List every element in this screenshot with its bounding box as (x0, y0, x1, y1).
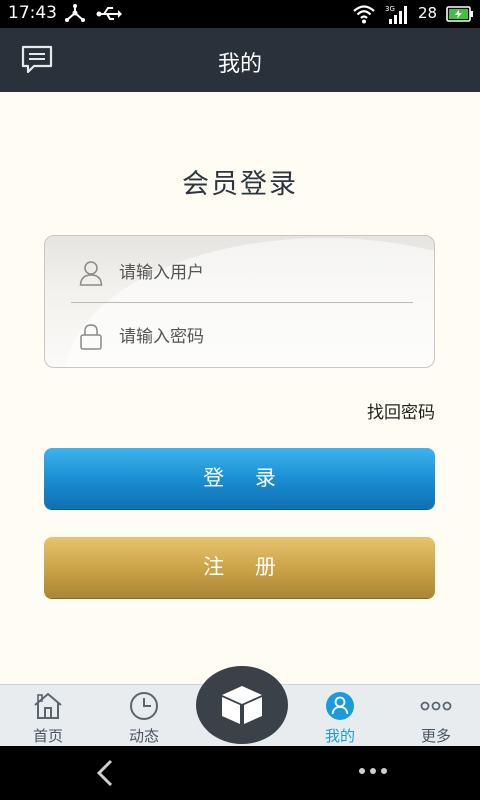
signal-icon: 3G (385, 5, 407, 24)
password-input[interactable] (119, 322, 409, 352)
tab-label: 我的 (324, 727, 355, 745)
tab-activity[interactable]: 动态 (96, 685, 192, 747)
wifi-icon (353, 5, 375, 24)
user-icon (326, 692, 354, 720)
register-button[interactable]: 注 册 (44, 537, 435, 598)
forgot-password-link[interactable]: 找回密码 (367, 398, 435, 423)
tab-label: 更多 (420, 727, 451, 745)
share-icon (65, 4, 85, 22)
page-title: 我的 (217, 52, 262, 77)
tab-label: 首页 (32, 727, 63, 745)
tab-label: 动态 (128, 727, 159, 745)
tab-more[interactable]: 更多 (388, 685, 480, 747)
status-bar: 17:43 3G 28 (0, 0, 480, 28)
header-bar: 我的 (0, 28, 480, 92)
login-button[interactable]: 登 录 (44, 448, 435, 509)
user-icon (79, 261, 103, 286)
network-type-label: 3G (385, 5, 395, 13)
system-nav-bar (0, 746, 480, 800)
battery-icon (446, 6, 473, 22)
home-icon (34, 692, 62, 719)
field-divider (71, 302, 413, 303)
password-row (45, 304, 434, 367)
login-form (44, 235, 435, 368)
center-tab-button[interactable] (196, 666, 288, 744)
username-row (45, 240, 434, 306)
tab-mine[interactable]: 我的 (292, 685, 388, 747)
box-icon (222, 686, 262, 724)
battery-level: 28 (418, 4, 438, 22)
username-input[interactable] (119, 258, 409, 288)
tab-home[interactable]: 首页 (0, 685, 96, 747)
lock-icon (80, 324, 102, 350)
menu-dots-icon[interactable] (358, 766, 388, 776)
clock-icon (130, 692, 158, 720)
usb-icon (96, 7, 122, 20)
back-icon[interactable] (95, 758, 115, 788)
login-heading: 会员登录 (182, 169, 298, 200)
status-time: 17:43 (8, 3, 57, 23)
more-icon (420, 701, 452, 711)
